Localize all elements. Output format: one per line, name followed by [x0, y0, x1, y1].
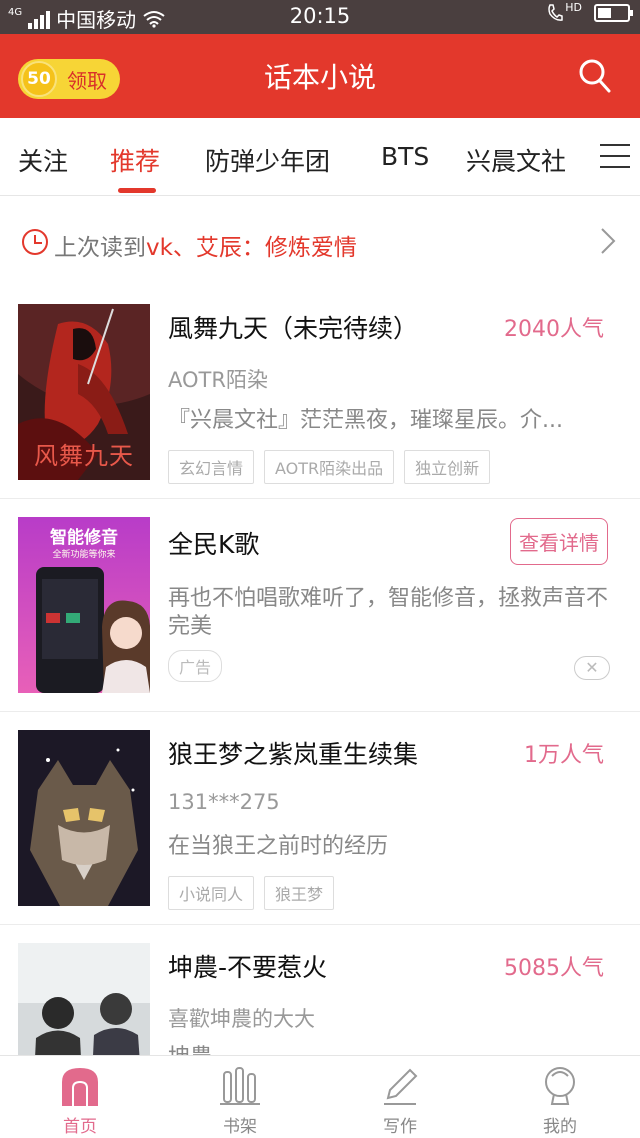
- book-title: 坤農-不要惹火: [168, 953, 328, 982]
- bookshelf-icon: [220, 1067, 260, 1105]
- ad-cover[interactable]: 智能修音 全新功能等你来: [18, 517, 150, 693]
- home-icon: [62, 1068, 98, 1106]
- last-read-text: 上次读到vk、艾辰：修炼爱情: [54, 228, 357, 262]
- status-right: HD: [547, 0, 633, 22]
- popularity-count: 5085人气: [504, 956, 604, 981]
- search-icon[interactable]: [578, 58, 612, 94]
- tab-bts-group[interactable]: 防弹少年团: [205, 142, 330, 178]
- book-tag[interactable]: 独立创新: [404, 450, 491, 484]
- battery-icon: [594, 4, 633, 22]
- book-tag[interactable]: 狼王梦: [264, 876, 335, 910]
- nav-write[interactable]: 写作: [320, 1056, 480, 1138]
- close-icon[interactable]: ✕: [574, 656, 610, 680]
- nav-bookshelf-label: 书架: [223, 1117, 257, 1137]
- book-description: 在当狼王之前时的经历: [168, 834, 389, 859]
- status-bar: 4G 中国移动 20:15 HD: [0, 0, 640, 34]
- bottom-nav: 首页 书架 写作 我的: [0, 1055, 640, 1138]
- ad-cover-title: 智能修音: [50, 528, 118, 548]
- book-description: 『兴晨文社』茫茫黑夜，璀璨星辰。介...: [168, 408, 563, 433]
- menu-icon[interactable]: [600, 144, 630, 170]
- clock-time: 20:15: [289, 4, 351, 28]
- ad-description: 再也不怕唱歌难听了，智能修音，拯救声音不完美: [168, 586, 609, 639]
- book-tag[interactable]: 玄幻言情: [168, 450, 255, 484]
- ad-label: 广告: [168, 650, 223, 682]
- view-details-button[interactable]: 查看详情: [510, 518, 608, 565]
- book-title: 風舞九天（未完待续）: [168, 314, 419, 343]
- battery-level: [598, 8, 611, 18]
- book-card[interactable]: 坤農-不要惹火 5085人气 喜歡坤農的大大 坤農: [0, 926, 640, 1055]
- chevron-right-icon: [601, 228, 616, 254]
- nav-profile[interactable]: 我的: [480, 1056, 640, 1138]
- last-read-title: vk、艾辰：修炼爱情: [146, 235, 357, 261]
- last-read-prefix: 上次读到: [54, 235, 146, 261]
- cover-title-art: 风舞九天: [34, 442, 134, 470]
- active-tab-indicator: [118, 188, 156, 193]
- tab-bts[interactable]: BTS: [381, 142, 429, 171]
- last-read-banner[interactable]: 上次读到vk、艾辰：修炼爱情: [0, 197, 640, 287]
- book-cover[interactable]: [18, 943, 150, 1055]
- nav-home[interactable]: 首页: [0, 1056, 160, 1138]
- tab-xingchen[interactable]: 兴晨文社: [466, 142, 566, 178]
- book-title: 狼王梦之紫岚重生续集: [168, 740, 419, 769]
- popularity-count: 1万人气: [524, 743, 604, 768]
- book-author: AOTR陌染: [168, 368, 268, 392]
- ad-title: 全民K歌: [168, 530, 260, 559]
- app-header: 50 领取 话本小说: [0, 34, 640, 118]
- book-cover[interactable]: 风舞九天: [18, 304, 150, 480]
- book-tags: 玄幻言情 AOTR陌染出品 独立创新: [168, 450, 491, 484]
- hd-call-label: HD: [565, 0, 582, 14]
- book-cover[interactable]: [18, 730, 150, 906]
- book-author: 131***275: [168, 790, 280, 814]
- nav-home-label: 首页: [63, 1117, 97, 1137]
- ad-card[interactable]: 智能修音 全新功能等你来 全民K歌 查看详情 再也不怕唱歌难听了，智能修音，拯救…: [0, 500, 640, 712]
- book-card[interactable]: 风舞九天 風舞九天（未完待续） 2040人气 AOTR陌染 『兴晨文社』茫茫黑夜…: [0, 287, 640, 499]
- pencil-icon: [384, 1068, 418, 1105]
- tab-recommend[interactable]: 推荐: [110, 142, 160, 178]
- book-tags: 小说同人 狼王梦: [168, 876, 335, 910]
- app-title: 话本小说: [263, 61, 376, 94]
- popularity-count: 2040人气: [504, 317, 604, 342]
- clock-icon: [22, 229, 48, 255]
- category-tabs: 关注 推荐 防弹少年团 BTS 兴晨文社: [0, 118, 640, 196]
- book-description: 坤農: [168, 1044, 614, 1055]
- nav-bookshelf[interactable]: 书架: [160, 1056, 320, 1138]
- nav-write-label: 写作: [383, 1117, 417, 1137]
- nav-profile-label: 我的: [543, 1117, 577, 1137]
- phone-icon: [548, 4, 563, 21]
- book-card[interactable]: 狼王梦之紫岚重生续集 1万人气 131***275 在当狼王之前时的经历 小说同…: [0, 713, 640, 925]
- ad-cover-subtitle: 全新功能等你来: [52, 550, 116, 560]
- tab-follow[interactable]: 关注: [18, 142, 68, 178]
- profile-icon: [545, 1067, 575, 1105]
- book-tag[interactable]: 小说同人: [168, 876, 255, 910]
- book-tag[interactable]: AOTR陌染出品: [264, 450, 395, 484]
- book-author: 喜歡坤農的大大: [168, 1007, 315, 1031]
